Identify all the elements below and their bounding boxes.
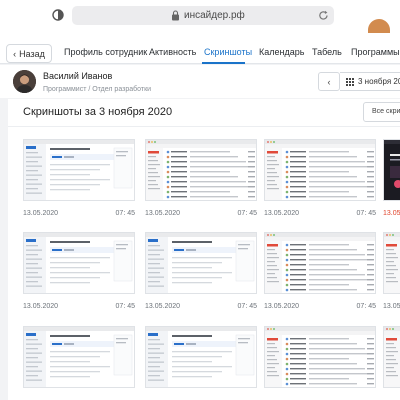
shield-icon[interactable]: [52, 9, 64, 21]
all-screenshots-button[interactable]: Все скри: [363, 102, 400, 122]
screenshot-card[interactable]: 13.05.2020 07: 45: [145, 232, 257, 316]
screenshot-card[interactable]: 13.05.2020 07: 45: [23, 139, 135, 223]
screenshot-time: 07: 45: [237, 303, 257, 310]
selected-date: 3 ноября 202: [358, 77, 400, 86]
screenshot-date: 13.05.2020: [264, 303, 300, 310]
screenshot-date: 13.05: [383, 303, 400, 310]
tab-timesheet[interactable]: Табель: [312, 46, 342, 58]
tab-navigation: ‹ Назад Профиль сотрудник Активность Скр…: [0, 34, 400, 64]
screenshot-thumbnail[interactable]: [383, 326, 400, 388]
page: инсайдер.рф ‹ Назад Профиль сотрудник Ак…: [0, 0, 400, 400]
user-header: Василий Иванов Программист / Отдел разра…: [0, 65, 400, 98]
chevron-left-icon: ‹: [13, 48, 17, 59]
back-button-label: Назад: [19, 48, 45, 59]
reload-icon[interactable]: [318, 10, 329, 21]
screenshot-thumbnail[interactable]: [383, 139, 400, 201]
address-bar[interactable]: инсайдер.рф: [72, 6, 334, 25]
screenshot-card[interactable]: 13.05: [383, 139, 400, 223]
user-role: Программист / Отдел разработки: [43, 86, 152, 93]
screenshot-card[interactable]: [145, 326, 257, 400]
divider: [8, 126, 400, 127]
date-picker-button[interactable]: 3 ноября 202: [340, 72, 400, 91]
back-button[interactable]: ‹ Назад: [6, 44, 52, 63]
screenshot-date: 13.05.2020: [145, 303, 181, 310]
screenshot-date: 13.05.2020: [145, 210, 181, 217]
tab-profile[interactable]: Профиль сотрудник: [64, 46, 147, 58]
screenshot-thumbnail[interactable]: [145, 326, 257, 388]
screenshot-card[interactable]: 13.05.2020 07: 45: [23, 232, 135, 316]
screenshot-card[interactable]: [383, 326, 400, 400]
screenshot-thumbnail[interactable]: [264, 326, 376, 388]
tab-screenshots[interactable]: Скриншоты: [204, 46, 252, 58]
screenshot-thumbnail[interactable]: [264, 139, 376, 201]
screenshot-card[interactable]: 13.05.2020 07: 45: [264, 139, 376, 223]
screenshot-card[interactable]: 13.05.2020 07: 45: [264, 232, 376, 316]
screenshot-time: 07: 45: [356, 303, 376, 310]
screenshot-card[interactable]: 13.05: [383, 232, 400, 316]
tab-calendar[interactable]: Календарь: [259, 46, 304, 58]
browser-toolbar: инсайдер.рф: [0, 0, 400, 34]
screenshot-time: 07: 45: [115, 303, 135, 310]
chevron-left-icon: ‹: [327, 76, 331, 87]
screenshot-date: 13.05.2020: [23, 303, 59, 310]
screenshot-thumbnail[interactable]: [383, 232, 400, 294]
screenshot-date: 13.05.2020: [23, 210, 59, 217]
screenshot-date: 13.05.2020: [264, 210, 300, 217]
screenshot-time: 07: 45: [237, 210, 257, 217]
tab-programs[interactable]: Программы: [351, 46, 400, 58]
screenshot-time: 07: 45: [356, 210, 376, 217]
avatar: [13, 70, 36, 93]
screenshot-thumbnail[interactable]: [145, 232, 257, 294]
profile-avatar-partial[interactable]: [368, 19, 390, 33]
user-name: Василий Иванов: [43, 71, 113, 81]
url-text: инсайдер.рф: [184, 10, 245, 21]
tab-activity[interactable]: Активность: [149, 46, 196, 58]
screenshot-thumbnail[interactable]: [23, 232, 135, 294]
previous-day-button[interactable]: ‹: [318, 72, 340, 91]
screenshot-thumbnail[interactable]: [23, 139, 135, 201]
screenshot-thumbnail[interactable]: [23, 326, 135, 388]
calendar-grid-icon: [346, 77, 354, 86]
screenshot-card[interactable]: 13.05.2020 07: 45: [145, 139, 257, 223]
screenshot-card[interactable]: [23, 326, 135, 400]
screenshot-date: 13.05: [383, 210, 400, 217]
screenshot-card[interactable]: [264, 326, 376, 400]
active-tab-indicator: [202, 62, 245, 64]
screenshot-thumbnail[interactable]: [264, 232, 376, 294]
screenshot-thumbnail[interactable]: [145, 139, 257, 201]
lock-icon: [172, 10, 179, 21]
screenshots-card: Скриншоты за 3 ноября 2020 Все скри 13.0…: [8, 99, 400, 400]
screenshots-title: Скриншоты за 3 ноября 2020: [23, 106, 173, 118]
screenshot-time: 07: 45: [115, 210, 135, 217]
